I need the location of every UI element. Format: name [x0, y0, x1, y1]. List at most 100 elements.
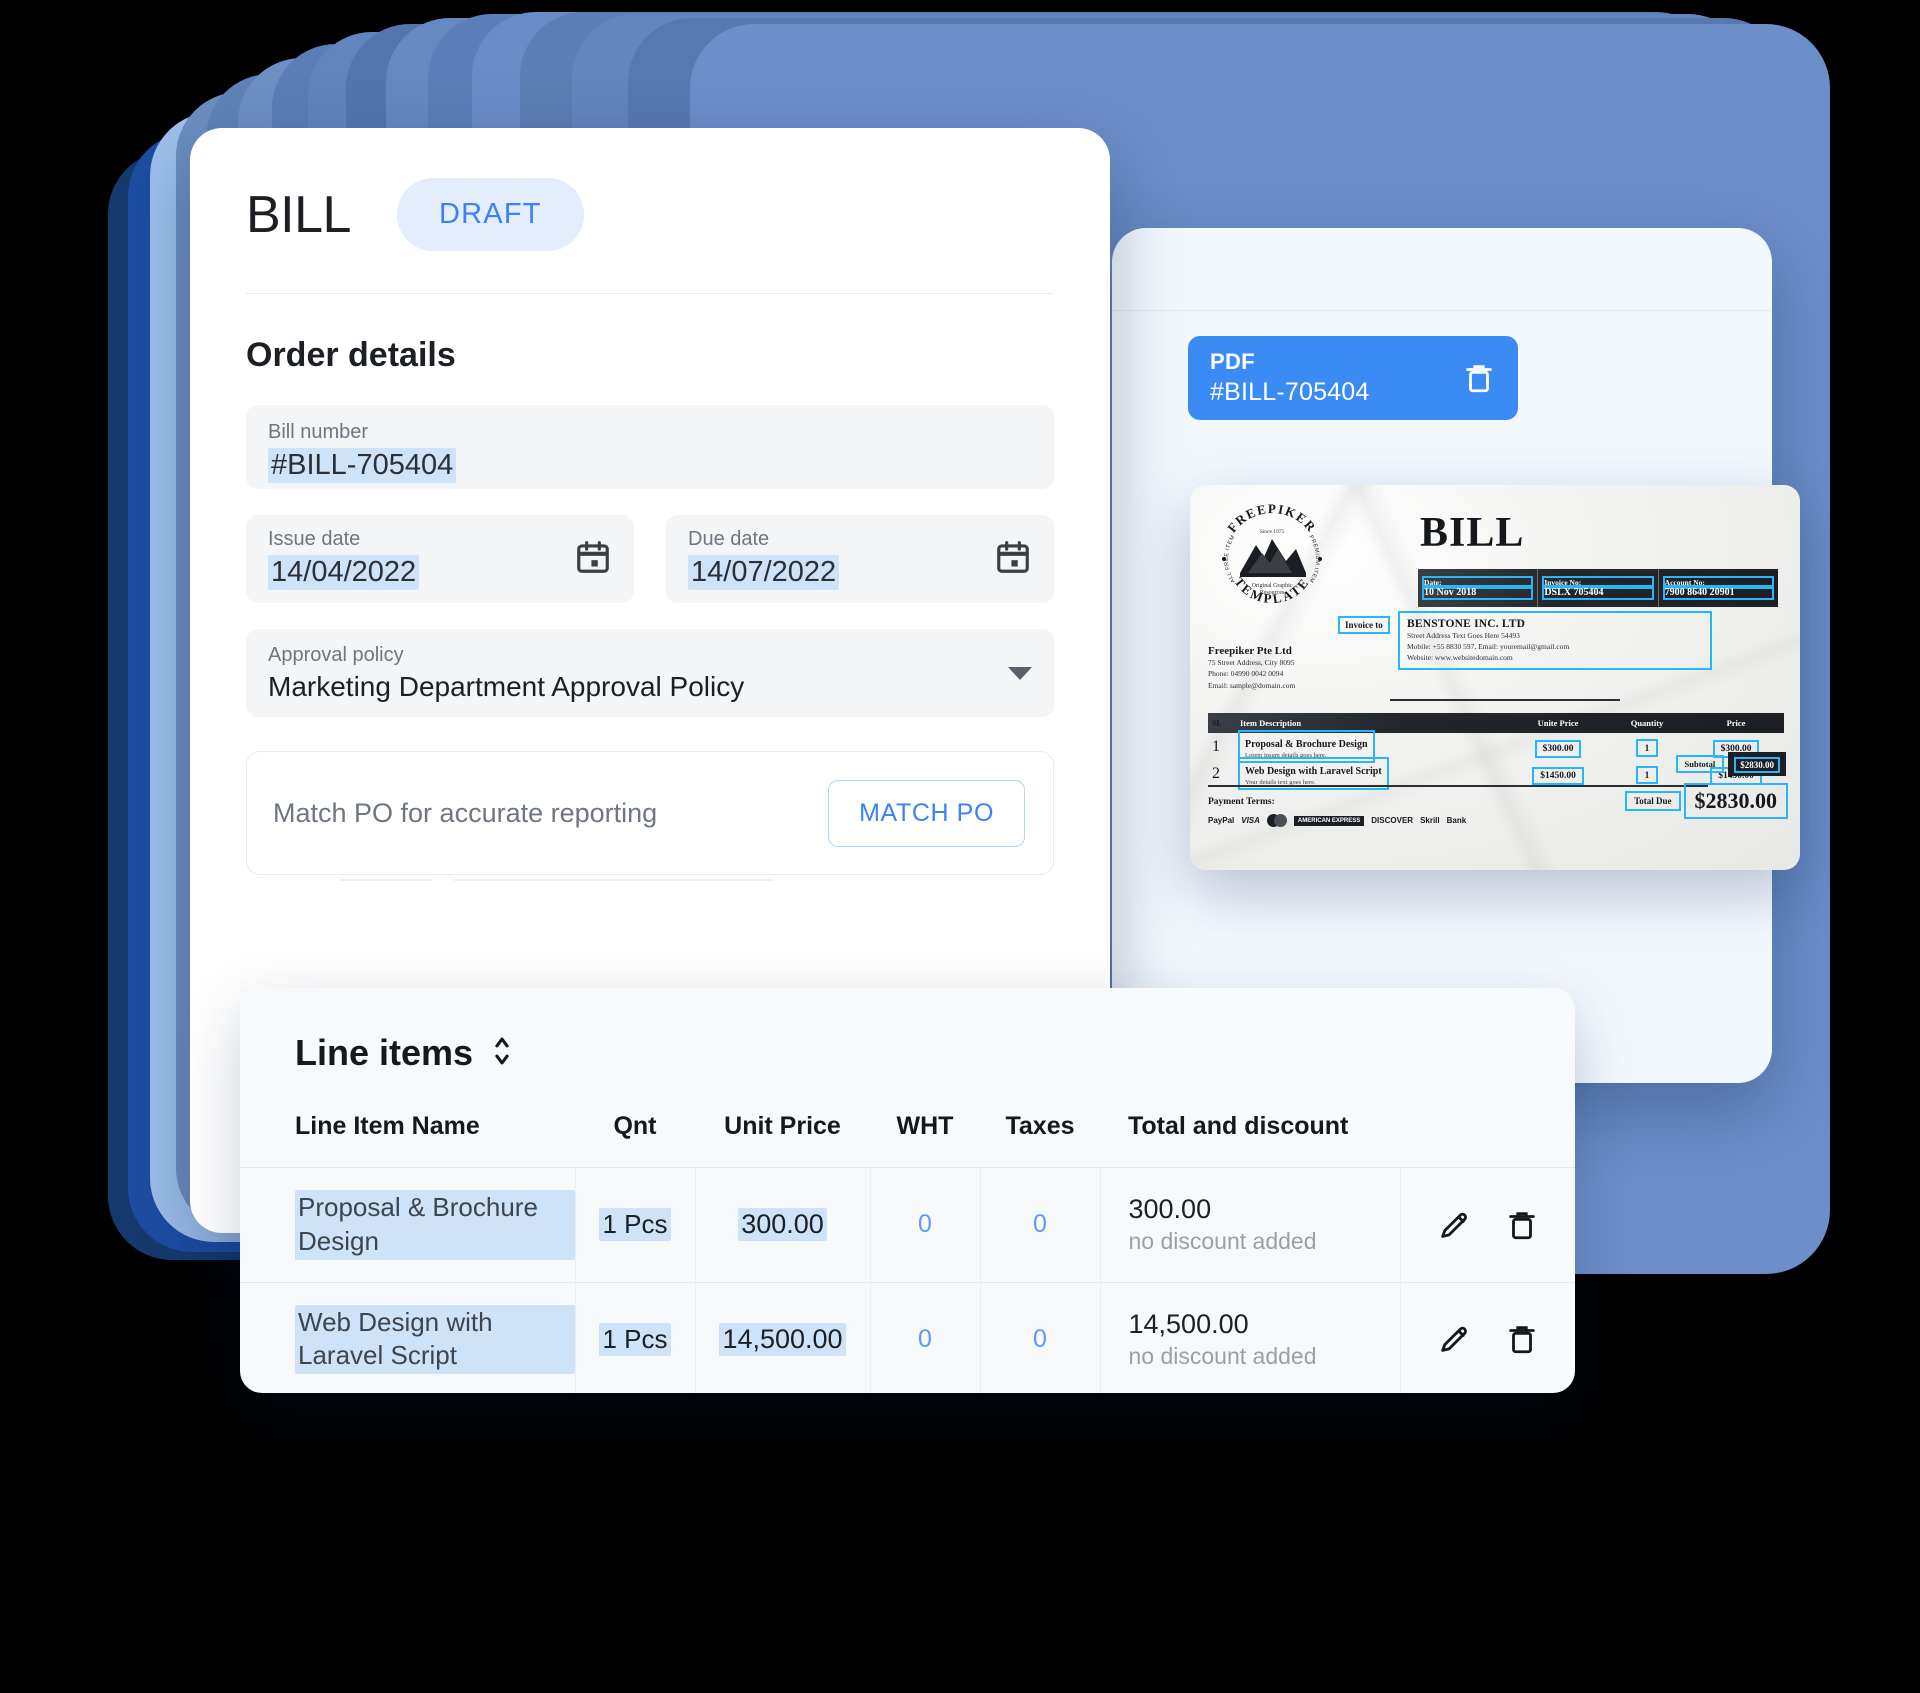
line-item-taxes: 0: [1033, 1210, 1047, 1239]
scan-row-desc-box: Web Design with Laravel Script Your deta…: [1238, 756, 1389, 791]
scan-payment-terms: Payment Terms: PayPal VISA AMERICAN EXPR…: [1208, 797, 1466, 827]
line-item-unit-price: 300.00: [738, 1208, 827, 1242]
line-items-header: Line items: [240, 988, 1575, 1074]
table-row[interactable]: Proposal & Brochure Design 1 Pcs 300.00 …: [240, 1167, 1575, 1283]
pdf-chip-type: PDF: [1210, 348, 1255, 374]
cell-actions: [1400, 1281, 1575, 1393]
edit-icon[interactable]: [1437, 1322, 1471, 1356]
scan-row-desc-box: Proposal & Brochure Design Lorem ipsum d…: [1238, 729, 1375, 764]
scan-subtotal-label: Subtotal: [1675, 755, 1725, 773]
delete-icon[interactable]: [1505, 1322, 1539, 1356]
scan-meta-date-label: Date:: [1421, 576, 1534, 589]
line-items-card: Line items Line Item Name Qnt Unit Price…: [240, 988, 1575, 1393]
pdf-attachment-chip[interactable]: PDF #BILL-705404: [1188, 336, 1518, 420]
calendar-icon[interactable]: [574, 538, 612, 581]
scan-meta-invoice-label: Invoice No:: [1542, 576, 1654, 589]
approval-policy-select[interactable]: Approval policy Marketing Department App…: [246, 629, 1054, 717]
line-items-table-body: Proposal & Brochure Design 1 Pcs 300.00 …: [240, 1167, 1575, 1393]
header-divider: [246, 293, 1054, 294]
bill-number-field[interactable]: Bill number #BILL-705404: [246, 405, 1054, 489]
chevron-down-icon[interactable]: [1008, 666, 1032, 680]
scan-meta-account-value: 7900 8640 20901: [1662, 585, 1774, 600]
cell-line-item-name[interactable]: Web Design with Laravel Script: [240, 1281, 576, 1393]
date-row: Issue date 14/04/2022 Due date 14/07/202…: [246, 515, 1054, 603]
cell-unit-price[interactable]: 14,500.00: [695, 1281, 871, 1393]
calendar-icon[interactable]: [994, 538, 1032, 581]
cell-qnt[interactable]: 1 Pcs: [575, 1167, 696, 1283]
due-date-field[interactable]: Due date 14/07/2022: [666, 515, 1054, 603]
line-item-qnt: 1 Pcs: [599, 1322, 671, 1356]
scan-meta-account-label: Account No:: [1662, 576, 1774, 589]
scan-col-qty: Quantity: [1630, 718, 1664, 728]
placeholder-lines: [340, 879, 1054, 881]
delete-pdf-icon[interactable]: [1462, 361, 1496, 395]
col-wht: WHT: [896, 1112, 954, 1140]
cell-total-discount: 14,500.00 no discount added: [1100, 1281, 1401, 1393]
cell-wht[interactable]: 0: [870, 1167, 981, 1283]
bill-number-value: #BILL-705404: [268, 448, 457, 483]
cell-line-item-name[interactable]: Proposal & Brochure Design: [240, 1167, 576, 1283]
scan-from-line: 75 Street Address, City 8095: [1208, 658, 1295, 667]
status-badge[interactable]: DRAFT: [396, 178, 584, 251]
line-item-qnt: 1 Pcs: [599, 1208, 671, 1242]
col-total-discount: Total and discount: [1128, 1112, 1349, 1140]
scan-invoice-to-tag: Invoice to: [1338, 616, 1390, 634]
delete-icon[interactable]: [1505, 1208, 1539, 1242]
cell-total-discount: 300.00 no discount added: [1100, 1167, 1401, 1283]
scan-meta-date-value: 10 Nov 2018: [1421, 585, 1534, 600]
match-po-box: Match PO for accurate reporting MATCH PO: [246, 751, 1054, 875]
scan-col-sl: Sl.: [1212, 718, 1222, 728]
paypal-logo: PayPal: [1208, 816, 1235, 825]
cell-actions: [1400, 1167, 1575, 1283]
cell-wht[interactable]: 0: [870, 1281, 981, 1393]
scan-col-price: Price: [1726, 718, 1746, 728]
cell-unit-price[interactable]: 300.00: [695, 1167, 871, 1283]
match-po-button[interactable]: MATCH PO: [828, 779, 1025, 847]
approval-policy-label: Approval policy: [268, 643, 404, 666]
scan-meta-bar: Date: 10 Nov 2018 Invoice No: DSLX 70540…: [1418, 569, 1778, 607]
sort-icon[interactable]: [489, 1034, 515, 1073]
scan-row-sl: 1: [1212, 737, 1220, 755]
cell-taxes[interactable]: 0: [980, 1167, 1101, 1283]
bill-header: BILL DRAFT: [190, 128, 1110, 251]
scan-row-unit-cell: $1450.00: [1510, 765, 1606, 785]
scan-bill-to-line: Street Address Text Goes Here 54493: [1407, 631, 1520, 640]
scan-row-desc-title: Proposal & Brochure Design: [1245, 738, 1368, 750]
scan-meta-invoice-no: Invoice No: DSLX 705404: [1537, 569, 1657, 607]
discover-logo: DISCOVER: [1371, 816, 1414, 825]
issue-date-value: 14/04/2022: [268, 555, 420, 590]
scan-row-qty: 1: [1635, 765, 1659, 784]
scan-row-sl: 2: [1212, 764, 1220, 782]
scan-from-block: Freepiker Pte Ltd 75 Street Address, Cit…: [1208, 645, 1398, 691]
line-item-name: Web Design with Laravel Script: [295, 1304, 575, 1375]
col-actions: [1400, 1112, 1575, 1168]
table-row[interactable]: Web Design with Laravel Script 1 Pcs 14,…: [240, 1281, 1575, 1393]
scan-bill-to-name: BENSTONE INC. LTD: [1407, 618, 1526, 630]
scan-doc-title: BILL: [1420, 510, 1525, 556]
bank-logo: Bank: [1446, 816, 1467, 825]
page-title: BILL: [246, 185, 351, 244]
freepiker-logo: FREEPIKER TEMPLATE ALL FREE ITEM PREMIUM…: [1212, 499, 1332, 619]
scan-items-table-header: Sl. Item Description Unite Price Quantit…: [1208, 713, 1784, 733]
scan-total-due-value: $2830.00: [1683, 783, 1788, 819]
svg-text:Resources: Resources: [1260, 590, 1285, 596]
line-item-total: 300.00: [1128, 1194, 1212, 1225]
amex-logo: AMERICAN EXPRESS: [1293, 815, 1365, 826]
cell-qnt[interactable]: 1 Pcs: [575, 1281, 696, 1393]
scan-row-unit: $1450.00: [1532, 766, 1584, 785]
table-header-row: Line Item Name Qnt Unit Price WHT Taxes …: [240, 1112, 1575, 1168]
scan-row-unit: $300.00: [1534, 739, 1582, 758]
scanned-bill-document: FREEPIKER TEMPLATE ALL FREE ITEM PREMIUM…: [1190, 485, 1800, 870]
cell-taxes[interactable]: 0: [980, 1281, 1101, 1393]
col-line-item-name: Line Item Name: [295, 1112, 480, 1140]
scan-bill-to-block: BENSTONE INC. LTD Street Address Text Go…: [1398, 610, 1712, 671]
line-item-discount: no discount added: [1128, 1342, 1317, 1369]
issue-date-field[interactable]: Issue date 14/04/2022: [246, 515, 634, 603]
line-item-discount: no discount added: [1128, 1228, 1317, 1255]
scan-bill-to-line: Website: www.websitedomain.com: [1407, 653, 1513, 663]
line-item-unit-price: 14,500.00: [719, 1322, 846, 1356]
issue-date-label: Issue date: [268, 528, 361, 550]
edit-icon[interactable]: [1437, 1208, 1471, 1242]
line-item-total: 14,500.00: [1128, 1308, 1249, 1339]
scan-row-qty-cell: 1: [1606, 765, 1688, 784]
